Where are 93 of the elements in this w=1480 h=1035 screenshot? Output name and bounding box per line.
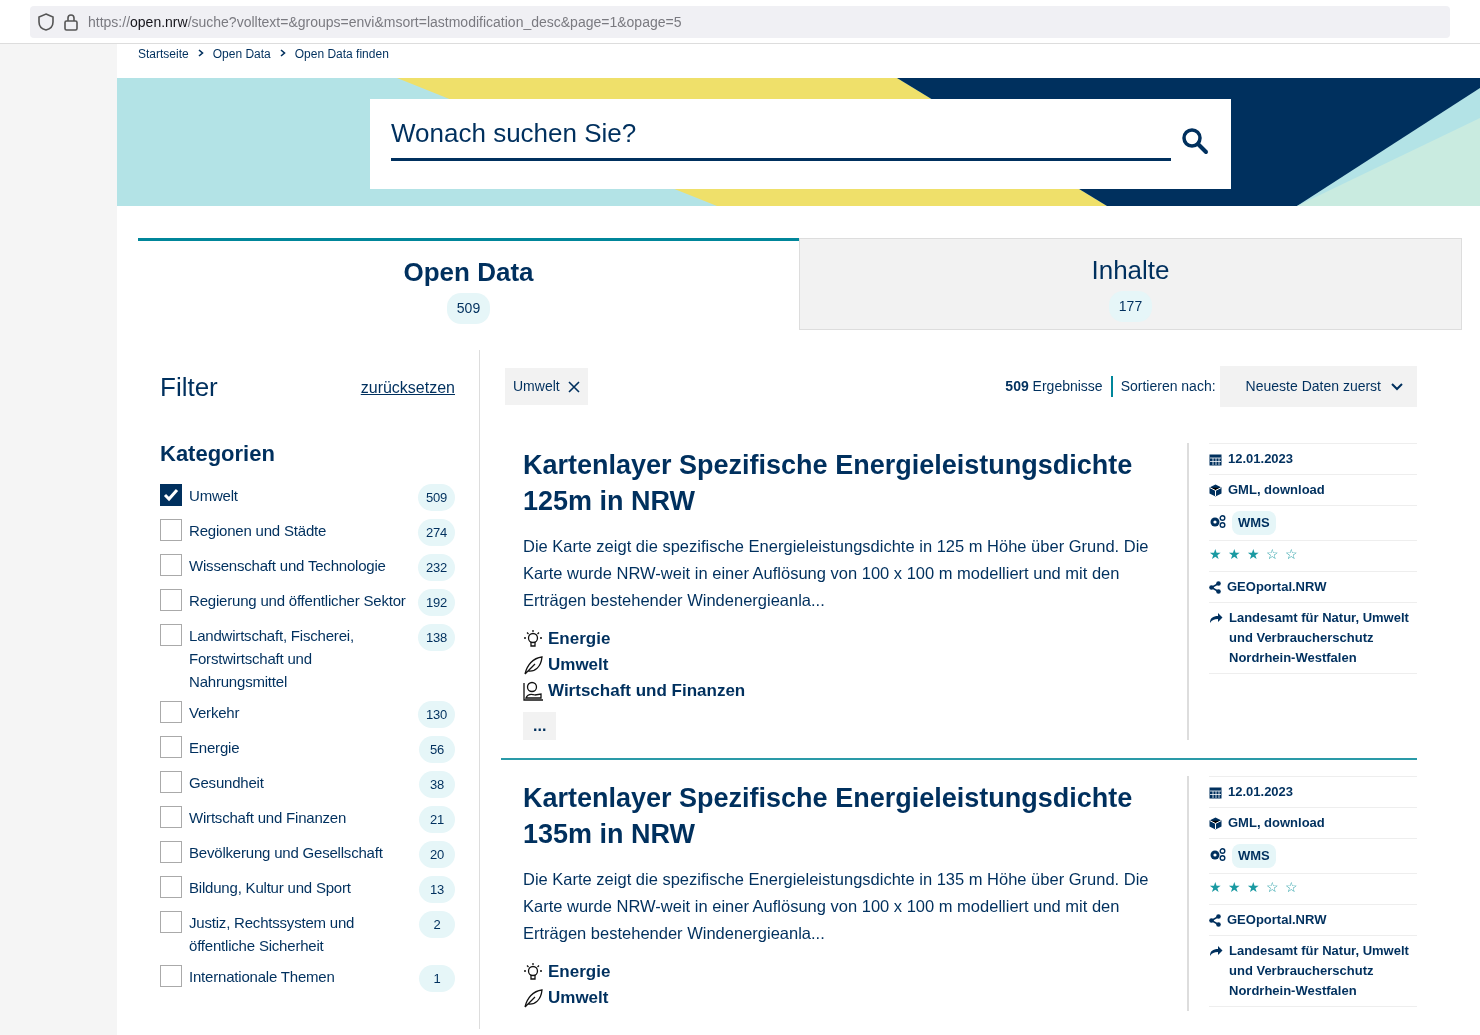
leaf-icon [523,987,544,1009]
service-badge: WMS [1232,844,1276,868]
category-label[interactable]: Gesundheit [189,771,414,794]
cube-icon [1209,817,1222,830]
count-badge: 1 [419,965,455,992]
format-text: GML, download [1228,814,1325,832]
lightbulb-icon [523,628,544,650]
category-label[interactable]: Bildung, Kultur und Sport [189,876,414,899]
filter-chip[interactable]: Umwelt [505,368,588,405]
cube-icon [1209,484,1222,497]
chevron-down-icon [1391,382,1403,391]
category-link[interactable]: Energie [548,626,611,652]
gears-icon [1209,848,1226,861]
count-badge: 2 [419,911,455,938]
category-label[interactable]: Bevölkerung und Gesellschaft [189,841,414,864]
category-label[interactable]: Umwelt [189,484,413,507]
publisher-link[interactable]: Landesamt für Natur, Umwelt und Verbraucherschutz Nordrhein-Westfalen [1229,941,1417,1001]
result-description: Die Karte zeigt die spezifische Energieleistungsdichte in 135 m Höhe über Grund. Die Karte wurde NRW-weit in einer Auflösung von 100 x 100 m modelliert und mit den Erträgen bestehender Windenergieanla... [523,869,1150,944]
result-title[interactable]: Kartenlayer Spezifische Energieleistungsdichte 125m in NRW [523,447,1167,519]
count-badge: 130 [417,701,455,728]
publisher-link[interactable]: Landesamt für Natur, Umwelt und Verbraucherschutz Nordrhein-Westfalen [1229,608,1417,668]
reset-link[interactable]: zurücksetzen [360,375,455,400]
star-rating: ★ ★ ★ ☆ ☆ [1209,541,1417,572]
tab[interactable]: Inhalte 177 [799,238,1462,330]
checkbox[interactable] [160,876,182,898]
result-count: 509 Ergebnisse [1005,376,1113,397]
checkbox[interactable] [160,736,182,758]
more-button[interactable]: ... [523,712,557,740]
category-label[interactable]: Wissenschaft und Technologie [189,554,413,577]
breadcrumb-link[interactable]: Startseite [138,45,189,63]
category-label[interactable]: Regierung und öffentlicher Sektor [189,589,413,612]
result-title[interactable]: Kartenlayer Spezifische Energieleistungsdichte 135m in NRW [523,780,1167,852]
breadcrumb-link[interactable]: Open Data finden [294,45,389,63]
result-description: Die Karte zeigt die spezifische Energieleistungsdichte in 125 m Höhe über Grund. Die Karte wurde NRW-weit in einer Auflösung von 100 x 100 m modelliert und mit den Erträgen bestehender Windenergieanla... [523,536,1150,611]
count-badge: 232 [417,554,455,581]
breadcrumb-link[interactable]: Open Data [212,45,271,63]
format-text: GML, download [1228,481,1325,499]
checkbox[interactable] [160,589,182,611]
count-badge: 138 [417,624,455,651]
section-heading: Kategorien [160,440,276,468]
category-label[interactable]: Justiz, Rechtssystem und öffentliche Sicherheit [189,911,414,957]
shield-icon [38,13,54,31]
category-label[interactable]: Verkehr [189,701,413,724]
count-badge: 192 [417,589,455,616]
source-link[interactable]: GEOportal.NRW [1227,910,1327,930]
service-badge: WMS [1232,511,1276,535]
category-label[interactable]: Landwirtschaft, Fischerei, Forstwirtschaft und Nahrungsmittel [189,624,413,693]
lock-icon [64,13,78,31]
date-text: 12.01.2023 [1228,450,1294,468]
checkbox[interactable] [160,965,182,987]
count-badge: 56 [419,736,455,763]
count-badge: 509 [417,484,455,511]
checkbox[interactable] [160,911,182,933]
category-label[interactable]: Wirtschaft und Finanzen [189,806,414,829]
checkbox[interactable] [160,806,182,828]
coin-chart-icon [523,680,544,702]
category-label[interactable]: Internationale Themen [189,965,414,988]
lightbulb-icon [523,961,544,983]
forward-arrow-icon [1209,945,1223,957]
category-link[interactable]: Umwelt [548,652,609,678]
calendar-icon [1209,453,1222,466]
category-label[interactable]: Regionen und Städte [189,519,413,542]
sort-dropdown[interactable]: Neueste Daten zuerst [1219,366,1417,407]
calendar-icon [1209,786,1222,799]
filter-title: Filter [160,371,218,404]
count-badge: 21 [419,806,455,833]
checkbox[interactable] [160,624,182,646]
checkbox[interactable] [160,554,182,576]
search-field[interactable]: Wonach suchen Sie? [370,99,1231,189]
category-link[interactable]: Energie [548,959,611,985]
count-badge: 13 [419,876,455,903]
checkbox[interactable] [160,519,182,541]
date-text: 12.01.2023 [1228,783,1294,801]
category-link[interactable]: Umwelt [548,985,609,1011]
forward-arrow-icon [1209,612,1223,624]
checkbox[interactable] [160,771,182,793]
category-label[interactable]: Energie [189,736,414,759]
checkbox[interactable] [160,841,182,863]
count-badge: 274 [417,519,455,546]
share-icon [1209,581,1221,594]
search-icon[interactable] [1181,127,1209,155]
checkbox[interactable] [160,484,182,506]
star-rating: ★ ★ ★ ☆ ☆ [1209,874,1417,905]
checkbox[interactable] [160,701,182,723]
leaf-icon [523,654,544,676]
sort-label: Sortieren nach: [1119,377,1217,396]
count-badge: 20 [419,841,455,868]
category-link[interactable]: Wirtschaft und Finanzen [548,678,746,704]
gears-icon [1209,515,1226,528]
count-badge: 38 [419,771,455,798]
close-icon [567,380,580,393]
source-link[interactable]: GEOportal.NRW [1227,577,1327,597]
share-icon [1209,914,1221,927]
